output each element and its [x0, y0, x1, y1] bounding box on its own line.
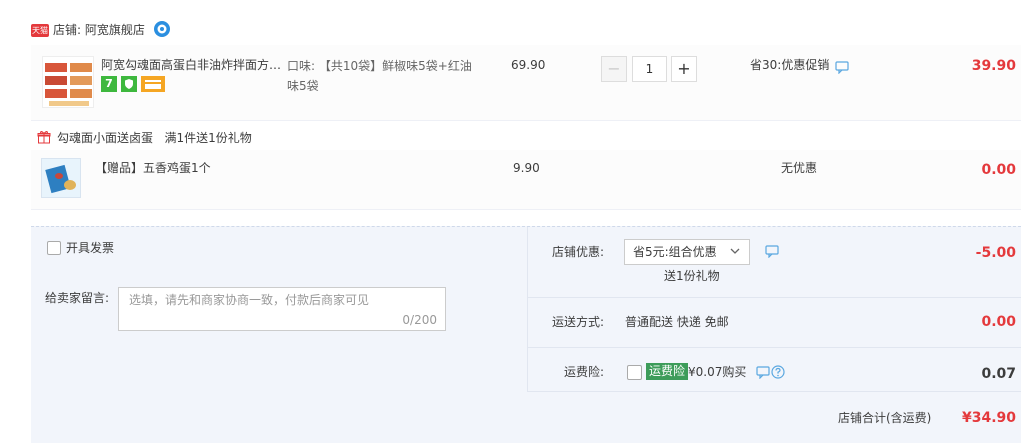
discount-chat-icon[interactable]: [765, 245, 779, 258]
gift-thumbnail[interactable]: [41, 158, 81, 198]
divider: [528, 347, 1021, 348]
insurance-amount: 0.07: [981, 366, 1016, 382]
seven-day-return-badge: 7: [101, 76, 117, 92]
shop-discount-value[interactable]: 省5元:组合优惠: [633, 244, 717, 260]
quantity-increase-button[interactable]: +: [671, 56, 697, 82]
shipping-label: 运送方式:: [551, 315, 604, 329]
shipping-value: 普通配送 快递 免邮: [625, 315, 729, 329]
item-sku: 口味: 【共10袋】鲜椒味5袋+红油味5袋: [287, 59, 472, 93]
item-subtotal: 39.90: [971, 58, 1016, 74]
shield-icon: [121, 76, 137, 92]
insurance-tag: 运费险: [646, 363, 689, 380]
item-thumbnail[interactable]: [42, 56, 94, 108]
gift-note: 送1份礼物: [664, 269, 720, 283]
quantity-input[interactable]: [632, 56, 667, 82]
item-promo: 省30:优惠促销: [750, 58, 830, 72]
message-label: 给卖家留言:: [45, 291, 110, 305]
seller-message-placeholder: 选填，请先和商家协商一致，付款后商家可见: [129, 293, 370, 307]
gift-price: 9.90: [513, 161, 540, 175]
shop-total-amount: ¥34.90: [961, 410, 1016, 426]
shop-total-label: 店铺合计(含运费): [838, 411, 932, 425]
gift-promo: 无优惠: [781, 161, 818, 175]
insurance-checkbox[interactable]: [627, 365, 642, 380]
quantity-decrease-button[interactable]: −: [601, 56, 627, 82]
chevron-down-icon[interactable]: [729, 245, 741, 257]
wangwang-chat-icon[interactable]: [153, 20, 171, 38]
item-title-link[interactable]: 阿宽勾魂面高蛋白非油炸拌面方便面: [101, 56, 286, 74]
shipping-amount: 0.00: [981, 314, 1016, 330]
invoice-checkbox[interactable]: [47, 241, 61, 255]
gift-item-row: [31, 150, 1021, 210]
gift-image-icon: [45, 164, 76, 194]
gift-name[interactable]: 【赠品】五香鸡蛋1个: [95, 160, 211, 176]
divider: [528, 391, 1021, 392]
gift-promo-title: 勾魂面小面送卤蛋 满1件送1份礼物: [57, 131, 252, 145]
help-icon[interactable]: [771, 365, 785, 379]
invoice-label[interactable]: 开具发票: [66, 240, 114, 256]
item-unit-price: 69.90: [511, 58, 546, 72]
shop-name-link[interactable]: 店铺: 阿宽旗舰店: [53, 21, 145, 39]
quantity-stepper: − +: [601, 56, 698, 82]
message-char-count: 0/200: [402, 313, 437, 327]
tmall-badge: 天猫: [31, 24, 49, 37]
shop-discount-label: 店铺优惠:: [551, 245, 604, 259]
insurance-price[interactable]: ¥0.07购买: [688, 364, 746, 380]
insurance-chat-icon[interactable]: [756, 366, 770, 379]
gift-subtotal: 0.00: [981, 162, 1016, 178]
card-icon: [141, 76, 165, 92]
divider: [528, 297, 1021, 298]
promo-chat-icon[interactable]: [835, 60, 849, 74]
insurance-label: 运费险:: [563, 365, 604, 379]
shop-discount-amount: -5.00: [975, 245, 1016, 261]
product-image-icon: [43, 57, 93, 107]
gift-icon: [37, 130, 51, 144]
